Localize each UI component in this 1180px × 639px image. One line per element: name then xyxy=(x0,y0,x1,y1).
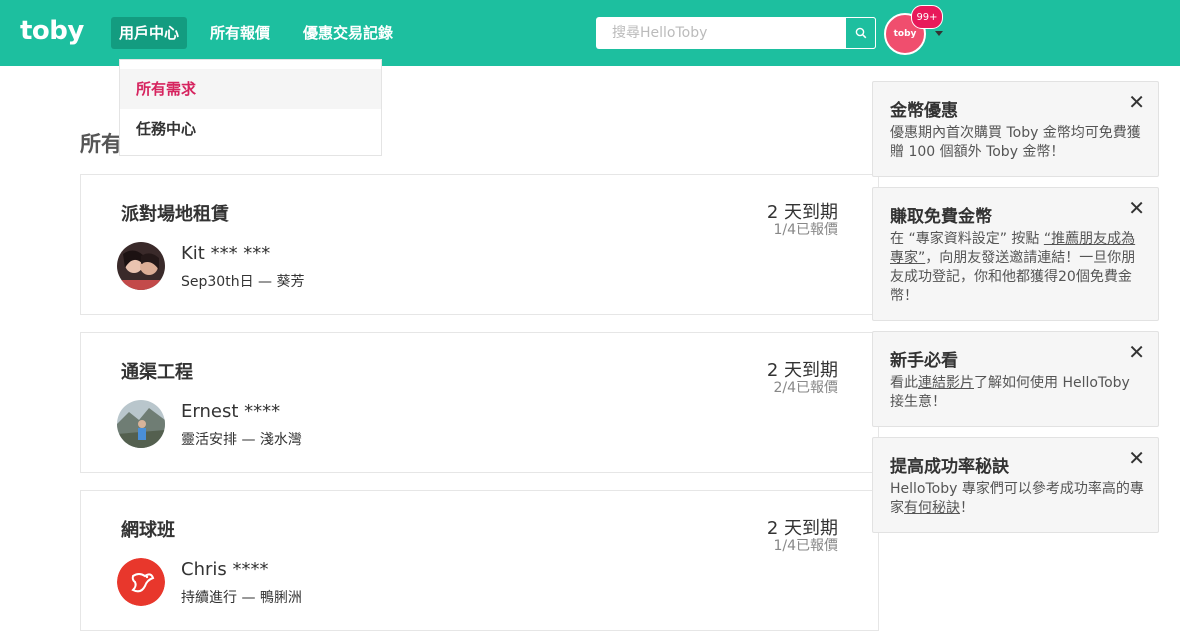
dropdown-item-task-center[interactable]: 任務中心 xyxy=(120,109,381,149)
page-title: 所有 xyxy=(80,132,122,156)
request-quotes: 1/4已報價 xyxy=(773,222,838,238)
notification-body: 優惠期內首次購買 Toby 金幣均可免費獲贈 100 個額外 Toby 金幣！ xyxy=(890,125,1141,160)
user-center-dropdown: 所有需求 任務中心 xyxy=(119,59,382,156)
notification-card: 提高成功率秘訣 ✕ HelloToby 專家們可以參考成功率高的專家有何秘訣！ xyxy=(872,437,1159,533)
video-link[interactable]: 連結影片 xyxy=(918,375,974,391)
request-card[interactable]: 派對場地租賃 2 天到期 1/4已報價 Kit *** *** Sep30th日… xyxy=(80,174,879,315)
notification-card: 金幣優惠 ✕ 優惠期內首次購買 Toby 金幣均可免費獲贈 100 個額外 To… xyxy=(872,81,1159,177)
notification-title: 金幣優惠 xyxy=(890,101,958,121)
request-meta: 持續進行 — 鴨脷洲 xyxy=(181,590,302,606)
notification-title: 新手必看 xyxy=(890,351,958,371)
notification-card: 新手必看 ✕ 看此連結影片了解如何使用 HelloToby 接生意！ xyxy=(872,331,1159,427)
top-bar: toby 用戶中心 所有報價 優惠交易記錄 toby 99+ xyxy=(0,0,1180,66)
close-icon[interactable]: ✕ xyxy=(1128,342,1145,362)
request-quotes: 2/4已報價 xyxy=(773,380,838,396)
notification-text: 看此 xyxy=(890,375,918,391)
search-button[interactable] xyxy=(845,17,876,49)
request-card[interactable]: 網球班 2 天到期 1/4已報價 Chris **** 持續進行 — 鴨脷洲 xyxy=(80,490,879,631)
notification-text: 在 “專家資料設定” 按點 xyxy=(890,231,1044,247)
search-icon xyxy=(855,27,866,39)
notification-text: ！ xyxy=(960,500,974,516)
request-quotes: 1/4已報價 xyxy=(773,538,838,554)
nav-user-center[interactable]: 用戶中心 xyxy=(111,17,188,49)
toby-logo[interactable]: toby xyxy=(20,16,84,46)
avatar xyxy=(117,558,165,606)
search-input[interactable] xyxy=(596,17,845,49)
requester-name: Ernest **** xyxy=(181,401,281,422)
close-icon[interactable]: ✕ xyxy=(1128,198,1145,218)
request-title: 網球班 xyxy=(121,520,175,541)
avatar xyxy=(117,242,165,290)
nav-all-quotes[interactable]: 所有報價 xyxy=(202,17,278,49)
notification-text: ，向朋友發送邀請連結！一旦你朋友成功登記，你和他都獲得20個免費金幣！ xyxy=(890,250,1136,304)
requester-name: Kit *** *** xyxy=(181,243,271,264)
request-meta: 靈活安排 — 淺水灣 xyxy=(181,432,302,448)
nav-deal-records[interactable]: 優惠交易記錄 xyxy=(295,17,401,49)
notification-body: 在 “專家資料設定” 按點 “推薦朋友成為專家”，向朋友發送邀請連結！一旦你朋友… xyxy=(890,230,1145,306)
tips-link[interactable]: 有何秘訣 xyxy=(904,500,960,516)
notification-title: 提高成功率秘訣 xyxy=(890,457,1009,477)
search-bar xyxy=(596,17,876,49)
notification-body: HelloToby 專家們可以參考成功率高的專家有何秘訣！ xyxy=(890,480,1145,518)
notification-body: 看此連結影片了解如何使用 HelloToby 接生意！ xyxy=(890,374,1145,412)
request-title: 派對場地租賃 xyxy=(121,204,229,225)
dropdown-item-all-requests[interactable]: 所有需求 xyxy=(120,69,381,109)
notification-badge: 99+ xyxy=(911,5,943,29)
close-icon[interactable]: ✕ xyxy=(1128,92,1145,112)
request-card[interactable]: 通渠工程 2 天到期 2/4已報價 Ernest **** 靈活安排 — 淺水灣 xyxy=(80,332,879,473)
notification-title: 賺取免費金幣 xyxy=(890,207,992,227)
request-title: 通渠工程 xyxy=(121,362,193,383)
notification-card: 賺取免費金幣 ✕ 在 “專家資料設定” 按點 “推薦朋友成為專家”，向朋友發送邀… xyxy=(872,187,1159,321)
requester-name: Chris **** xyxy=(181,559,269,580)
caret-down-icon[interactable] xyxy=(935,31,943,36)
avatar xyxy=(117,400,165,448)
close-icon[interactable]: ✕ xyxy=(1128,448,1145,468)
request-meta: Sep30th日 — 葵芳 xyxy=(181,274,305,290)
